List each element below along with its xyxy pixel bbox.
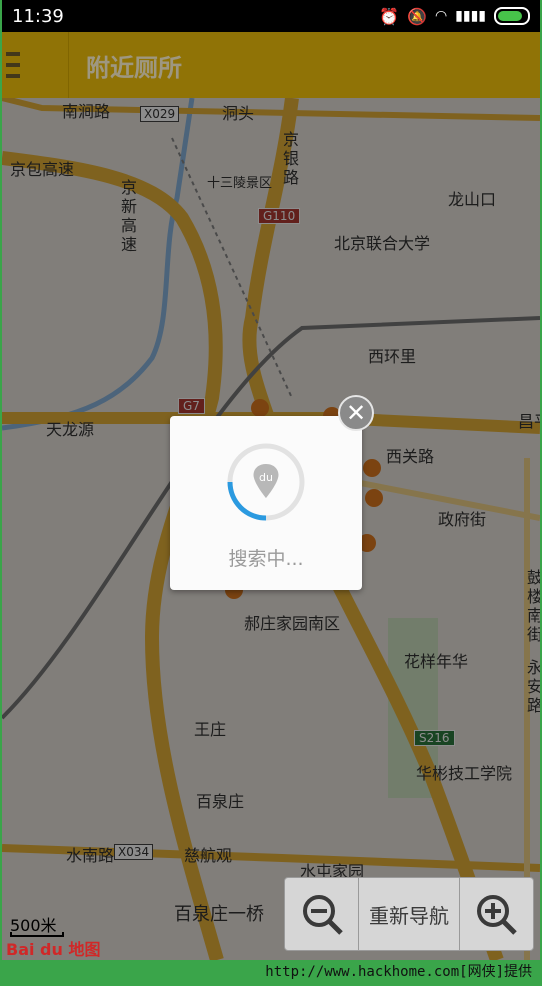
- status-bar: 11:39 ⏰ 🔕 ◠ ▮▮▮▮: [2, 0, 540, 32]
- app-bar-divider: [68, 32, 69, 98]
- zoom-in-icon: [477, 895, 518, 935]
- baidu-map-logo: Bai du 地图: [6, 940, 101, 959]
- map-controls: 重新导航: [284, 877, 534, 951]
- mute-icon: 🔕: [407, 6, 427, 26]
- status-time: 11:39: [12, 5, 64, 27]
- signal-icon: ▮▮▮▮: [455, 8, 486, 24]
- app-frame: 南涧路 洞头 十三陵景区 京银路 京包高速 京新高速 龙山口 北京联合大学 西环…: [2, 0, 540, 960]
- baidu-location-spinner-icon: du: [227, 443, 305, 521]
- loading-dialog: du 搜索中...: [170, 416, 362, 590]
- renavigate-label: 重新导航: [369, 903, 449, 928]
- svg-text:du: du: [259, 471, 273, 484]
- status-icons: ⏰ 🔕 ◠ ▮▮▮▮: [379, 7, 530, 26]
- wifi-icon: ◠: [434, 8, 448, 24]
- watermark: http://www.hackhome.com[网侠]提供: [265, 964, 532, 980]
- alarm-icon: ⏰: [379, 6, 400, 26]
- app-bar: 附近厕所: [2, 32, 540, 98]
- battery-icon: [494, 7, 530, 25]
- renavigate-button[interactable]: 重新导航: [359, 878, 460, 950]
- zoom-out-button[interactable]: [285, 878, 360, 950]
- close-icon[interactable]: ✕: [338, 395, 374, 431]
- loading-text: 搜索中...: [228, 548, 304, 570]
- zoom-in-button[interactable]: [460, 878, 533, 950]
- zoom-out-icon: [302, 895, 343, 935]
- page-title: 附近厕所: [86, 54, 182, 82]
- menu-icon[interactable]: [6, 52, 20, 78]
